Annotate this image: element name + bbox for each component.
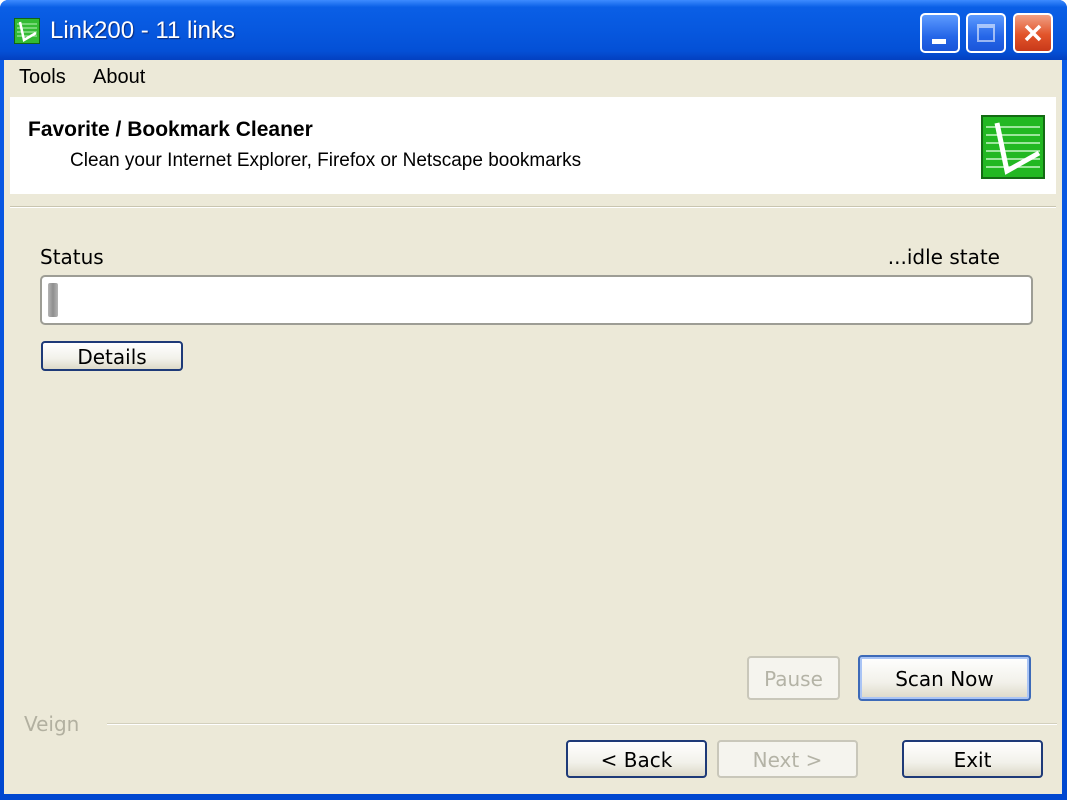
minimize-icon <box>932 39 946 44</box>
maximize-icon <box>977 24 995 42</box>
details-button[interactable]: Details <box>41 341 183 371</box>
window-title: Link200 - 11 links <box>50 17 235 44</box>
wizard-header: Favorite / Bookmark Cleaner Clean your I… <box>10 97 1056 194</box>
footer-brand: Veign <box>24 712 80 736</box>
progress-fill <box>48 283 58 317</box>
status-label: Status <box>40 245 104 269</box>
footer-separator <box>107 723 1057 725</box>
maximize-button[interactable] <box>966 13 1006 53</box>
back-button[interactable]: < Back <box>566 740 707 778</box>
minimize-button[interactable] <box>920 13 960 53</box>
header-separator <box>10 206 1056 208</box>
close-icon <box>1024 24 1042 42</box>
next-button[interactable]: Next > <box>717 740 858 778</box>
exit-button[interactable]: Exit <box>902 740 1043 778</box>
title-bar[interactable]: Link200 - 11 links <box>0 0 1067 60</box>
link200-app-icon[interactable] <box>14 18 40 44</box>
menu-bar: Tools About <box>4 60 1062 96</box>
close-button[interactable] <box>1013 13 1053 53</box>
menu-about[interactable]: About <box>93 66 145 89</box>
app-window: Link200 - 11 links Tools About Favorite … <box>0 0 1067 800</box>
scan-now-button[interactable]: Scan Now <box>858 655 1031 701</box>
progress-bar <box>40 275 1033 325</box>
pause-button[interactable]: Pause <box>747 656 840 700</box>
link200-logo-icon <box>981 115 1045 179</box>
header-title: Favorite / Bookmark Cleaner <box>28 118 313 141</box>
status-state: ...idle state <box>887 245 1000 269</box>
menu-tools[interactable]: Tools <box>19 66 66 89</box>
client-area: Tools About Favorite / Bookmark Cleaner … <box>4 60 1062 794</box>
header-subtitle: Clean your Internet Explorer, Firefox or… <box>70 150 582 171</box>
